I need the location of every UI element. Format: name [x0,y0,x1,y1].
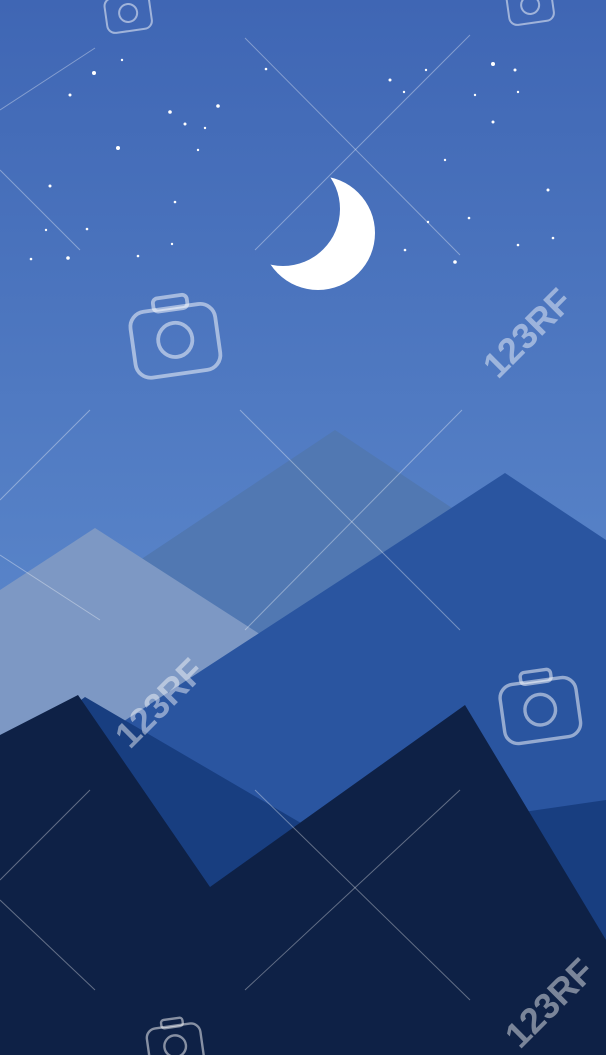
night-mountain-scene: 123RF 123RF 123RF [0,0,606,1055]
landscape-illustration: 123RF123RF123RF [0,0,606,1055]
